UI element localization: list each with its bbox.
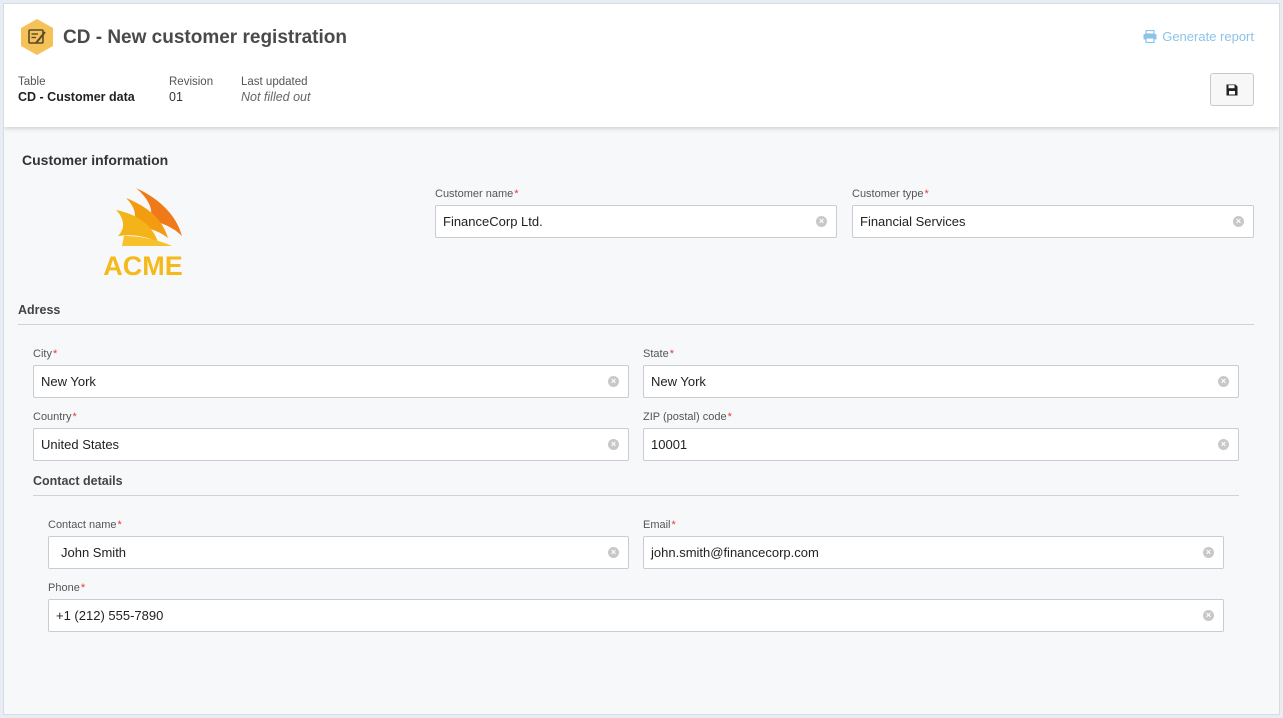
meta-table-label: Table — [18, 76, 46, 88]
city-label: City* — [33, 348, 58, 360]
meta-revision-value: 01 — [169, 90, 183, 104]
state-field: State* New York × — [643, 348, 1239, 398]
clear-icon[interactable]: × — [1218, 376, 1229, 387]
meta-revision: Revision 01 — [169, 76, 213, 104]
save-button[interactable] — [1210, 73, 1254, 106]
generate-report-label: Generate report — [1162, 29, 1254, 44]
form-edit-icon — [21, 19, 53, 55]
zip-input[interactable]: 10001 × — [643, 428, 1239, 461]
contact-divider — [33, 495, 1239, 496]
customer-type-label: Customer type* — [852, 188, 929, 200]
page-title: CD - New customer registration — [63, 27, 347, 48]
zip-label: ZIP (postal) code* — [643, 411, 732, 423]
clear-icon[interactable]: × — [608, 547, 619, 558]
meta-table: Table CD - Customer data — [18, 76, 135, 104]
company-logo: ACME — [103, 188, 183, 278]
email-label: Email* — [643, 519, 676, 531]
country-field: Country* United States × — [33, 411, 629, 461]
generate-report-button[interactable]: Generate report — [1143, 29, 1254, 44]
address-title: Adress — [18, 303, 61, 317]
clear-icon[interactable]: × — [1218, 439, 1229, 450]
page-header: CD - New customer registration Generate … — [4, 4, 1279, 127]
contact-name-input[interactable]: John Smith × — [48, 536, 629, 569]
contact-name-field: Contact name* John Smith × — [48, 519, 629, 569]
meta-last-updated-label: Last updated — [241, 76, 308, 88]
zip-field: ZIP (postal) code* 10001 × — [643, 411, 1239, 461]
meta-revision-label: Revision — [169, 76, 214, 88]
contact-title: Contact details — [33, 474, 123, 488]
customer-type-field: Customer type* Financial Services × — [852, 188, 1254, 238]
phone-field: Phone* +1 (212) 555-7890 × — [48, 582, 1224, 632]
clear-icon[interactable]: × — [1233, 216, 1244, 227]
state-input[interactable]: New York × — [643, 365, 1239, 398]
country-input[interactable]: United States × — [33, 428, 629, 461]
meta-last-updated-value: Not filled out — [241, 90, 311, 104]
clear-icon[interactable]: × — [1203, 547, 1214, 558]
email-field: Email* john.smith@financecorp.com × — [643, 519, 1224, 569]
customer-name-input[interactable]: FinanceCorp Ltd. × — [435, 205, 837, 238]
customer-name-label: Customer name* — [435, 188, 519, 200]
state-label: State* — [643, 348, 674, 360]
country-label: Country* — [33, 411, 77, 423]
meta-last-updated: Last updated Not filled out — [241, 76, 310, 104]
printer-icon — [1143, 30, 1157, 43]
svg-text:ACME: ACME — [103, 251, 183, 278]
customer-info-title: Customer information — [22, 152, 169, 168]
customer-name-field: Customer name* FinanceCorp Ltd. × — [435, 188, 837, 238]
address-divider — [18, 324, 1254, 325]
phone-label: Phone* — [48, 582, 86, 594]
city-field: City* New York × — [33, 348, 629, 398]
app-window: CD - New customer registration Generate … — [3, 3, 1280, 715]
clear-icon[interactable]: × — [1203, 610, 1214, 621]
customer-type-input[interactable]: Financial Services × — [852, 205, 1254, 238]
email-input[interactable]: john.smith@financecorp.com × — [643, 536, 1224, 569]
phone-input[interactable]: +1 (212) 555-7890 × — [48, 599, 1224, 632]
contact-name-label: Contact name* — [48, 519, 122, 531]
clear-icon[interactable]: × — [608, 439, 619, 450]
clear-icon[interactable]: × — [816, 216, 827, 227]
floppy-disk-icon — [1226, 84, 1238, 95]
meta-table-value: CD - Customer data — [18, 90, 135, 104]
city-input[interactable]: New York × — [33, 365, 629, 398]
clear-icon[interactable]: × — [608, 376, 619, 387]
